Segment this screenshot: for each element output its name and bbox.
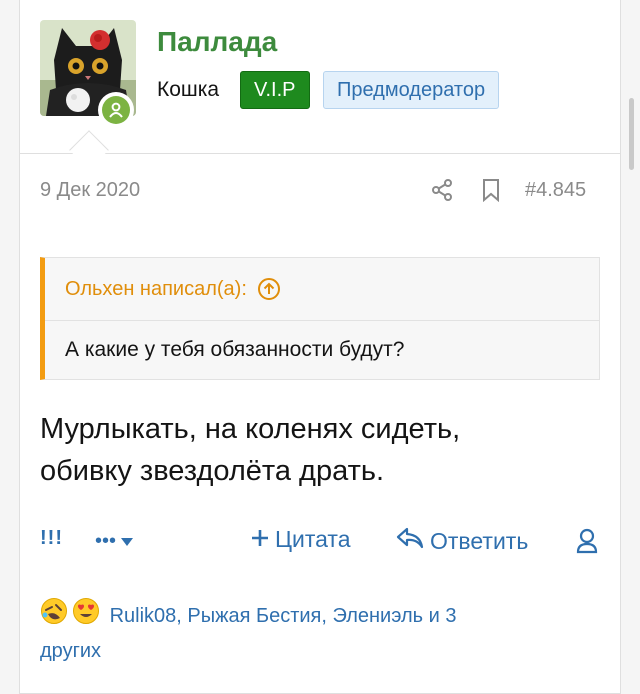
reply-button[interactable]: Ответить [396, 526, 528, 556]
heart-eyes-emoji-icon [72, 597, 100, 635]
rofl-emoji-icon [40, 597, 68, 635]
user-icon [576, 528, 598, 560]
reply-icon [396, 526, 424, 556]
share-icon[interactable] [430, 178, 454, 207]
post-card: Паллада Кошка V.I.P Предмодератор 9 Дек … [19, 0, 621, 694]
reactions-names-more[interactable]: других [40, 640, 101, 662]
message-line: обивку звездолёта драть. [40, 455, 385, 487]
post-number[interactable]: #4.845 [525, 179, 586, 202]
quote-button-label: Цитата [275, 526, 351, 552]
scrollbar[interactable] [629, 98, 634, 170]
message-line: Мурлыкать, на коленях сидеть, [40, 413, 461, 445]
header-pointer [69, 130, 109, 170]
user-online-icon [102, 96, 130, 124]
header-divider [20, 153, 620, 154]
message-body: Мурлыкать, на коленях сидеть, обивку зве… [40, 408, 600, 492]
caret-down-icon [120, 530, 134, 553]
more-dots-icon: ••• [95, 530, 117, 552]
username[interactable]: Паллада [157, 26, 277, 58]
plus-icon [251, 526, 269, 553]
user-profile-button[interactable] [576, 528, 598, 560]
reactions-summary[interactable]: Rulik08, Рыжая Бестия, Элениэль и 3 друг… [40, 597, 580, 667]
arrow-up-circle-icon[interactable] [257, 277, 281, 301]
quote-button[interactable]: Цитата [251, 526, 351, 553]
user-title: Кошка [157, 78, 220, 101]
online-indicator [98, 92, 134, 128]
moderator-badge: Предмодератор [323, 71, 500, 109]
quote-text: А какие у тебя обязанности будут? [65, 338, 405, 361]
vip-badge: V.I.P [240, 71, 310, 109]
post-date[interactable]: 9 Дек 2020 [40, 179, 140, 202]
quote-header[interactable]: Ольхен написал(а): [45, 258, 599, 321]
reply-button-label: Ответить [430, 527, 529, 554]
react-button[interactable]: !!! [40, 527, 63, 550]
more-actions-button[interactable]: ••• [95, 530, 134, 553]
quote-block: Ольхен написал(а): А какие у тебя обязан… [40, 257, 600, 380]
reactions-names[interactable]: Rulik08, Рыжая Бестия, Элениэль и 3 [110, 605, 457, 627]
bookmark-icon[interactable] [480, 178, 502, 207]
quote-author[interactable]: Ольхен написал(а): [65, 278, 247, 301]
